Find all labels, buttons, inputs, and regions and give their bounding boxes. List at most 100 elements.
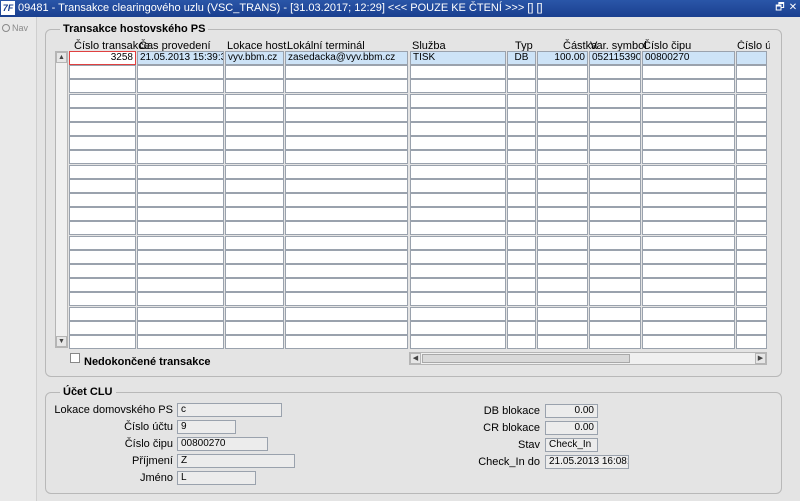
empty-cell[interactable] [589, 307, 641, 321]
empty-cell[interactable] [225, 150, 284, 164]
empty-cell[interactable] [285, 307, 408, 321]
empty-cell[interactable] [69, 94, 136, 108]
empty-cell[interactable] [137, 221, 224, 235]
empty-cell[interactable] [285, 264, 408, 278]
empty-cell[interactable] [69, 150, 136, 164]
empty-cell[interactable] [225, 236, 284, 250]
empty-cell[interactable] [285, 65, 408, 79]
empty-cell[interactable] [225, 108, 284, 122]
empty-cell[interactable] [285, 108, 408, 122]
empty-cell[interactable] [69, 65, 136, 79]
empty-cell[interactable] [285, 94, 408, 108]
col-time-cell[interactable]: 21.05.2013 15:39:35 [137, 51, 224, 65]
empty-cell[interactable] [642, 207, 735, 221]
empty-cell[interactable] [642, 264, 735, 278]
col-service-cell[interactable]: TISK [410, 51, 506, 65]
empty-cell[interactable] [410, 264, 506, 278]
scroll-right-icon[interactable]: ▶ [755, 353, 766, 364]
empty-cell[interactable] [507, 292, 536, 306]
empty-cell[interactable] [736, 236, 767, 250]
empty-cell[interactable] [69, 221, 136, 235]
empty-cell[interactable] [225, 179, 284, 193]
empty-cell[interactable] [285, 335, 408, 349]
empty-cell[interactable] [507, 65, 536, 79]
empty-cell[interactable] [589, 94, 641, 108]
empty-cell[interactable] [137, 207, 224, 221]
empty-cell[interactable] [736, 335, 767, 349]
empty-cell[interactable] [69, 335, 136, 349]
empty-cell[interactable] [69, 79, 136, 93]
empty-cell[interactable] [589, 165, 641, 179]
empty-cell[interactable] [137, 150, 224, 164]
empty-cell[interactable] [589, 221, 641, 235]
empty-cell[interactable] [642, 236, 735, 250]
empty-cell[interactable] [736, 207, 767, 221]
empty-cell[interactable] [589, 79, 641, 93]
empty-cell[interactable] [137, 165, 224, 179]
empty-cell[interactable] [642, 335, 735, 349]
col-local-terminal-cell[interactable]: zasedacka@vyv.bbm.cz [285, 51, 408, 65]
empty-cell[interactable] [410, 65, 506, 79]
empty-cell[interactable] [410, 165, 506, 179]
empty-cell[interactable] [642, 321, 735, 335]
empty-cell[interactable] [642, 292, 735, 306]
empty-cell[interactable] [225, 193, 284, 207]
empty-cell[interactable] [507, 335, 536, 349]
empty-cell[interactable] [736, 165, 767, 179]
empty-cell[interactable] [507, 236, 536, 250]
empty-cell[interactable] [507, 150, 536, 164]
empty-cell[interactable] [736, 292, 767, 306]
empty-cell[interactable] [410, 307, 506, 321]
empty-cell[interactable] [225, 264, 284, 278]
empty-cell[interactable] [225, 65, 284, 79]
empty-cell[interactable] [225, 321, 284, 335]
empty-cell[interactable] [69, 179, 136, 193]
empty-cell[interactable] [137, 264, 224, 278]
restore-window-button[interactable]: 🗗 [774, 2, 786, 14]
empty-cell[interactable] [225, 278, 284, 292]
empty-cell[interactable] [507, 221, 536, 235]
empty-cell[interactable] [589, 122, 641, 136]
empty-cell[interactable] [507, 136, 536, 150]
empty-cell[interactable] [589, 108, 641, 122]
scroll-up-icon[interactable]: ▲ [56, 52, 67, 63]
empty-cell[interactable] [225, 207, 284, 221]
empty-cell[interactable] [285, 150, 408, 164]
empty-cell[interactable] [225, 79, 284, 93]
empty-cell[interactable] [285, 221, 408, 235]
empty-cell[interactable] [137, 136, 224, 150]
empty-cell[interactable] [537, 207, 588, 221]
empty-cell[interactable] [137, 236, 224, 250]
empty-cell[interactable] [285, 79, 408, 93]
empty-cell[interactable] [225, 136, 284, 150]
empty-cell[interactable] [285, 236, 408, 250]
empty-cell[interactable] [410, 136, 506, 150]
empty-cell[interactable] [137, 193, 224, 207]
empty-cell[interactable] [137, 335, 224, 349]
empty-cell[interactable] [736, 94, 767, 108]
empty-cell[interactable] [589, 264, 641, 278]
empty-cell[interactable] [507, 321, 536, 335]
empty-cell[interactable] [507, 94, 536, 108]
empty-cell[interactable] [285, 278, 408, 292]
empty-cell[interactable] [137, 307, 224, 321]
empty-cell[interactable] [225, 165, 284, 179]
empty-cell[interactable] [736, 307, 767, 321]
empty-cell[interactable] [69, 307, 136, 321]
empty-cell[interactable] [642, 122, 735, 136]
empty-cell[interactable] [642, 250, 735, 264]
close-window-button[interactable]: ✕ [787, 2, 799, 14]
empty-cell[interactable] [285, 250, 408, 264]
empty-cell[interactable] [137, 179, 224, 193]
empty-cell[interactable] [507, 79, 536, 93]
col-host-location-cell[interactable]: vyv.bbm.cz [225, 51, 284, 65]
empty-cell[interactable] [225, 335, 284, 349]
empty-cell[interactable] [69, 207, 136, 221]
empty-cell[interactable] [537, 278, 588, 292]
empty-cell[interactable] [507, 250, 536, 264]
empty-cell[interactable] [225, 221, 284, 235]
empty-cell[interactable] [410, 179, 506, 193]
empty-cell[interactable] [225, 122, 284, 136]
col-transaction-number-cell[interactable]: 3258 [69, 51, 136, 65]
empty-cell[interactable] [642, 278, 735, 292]
